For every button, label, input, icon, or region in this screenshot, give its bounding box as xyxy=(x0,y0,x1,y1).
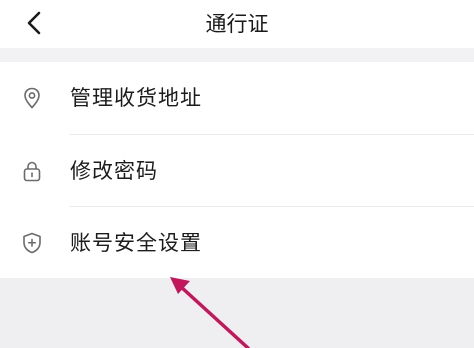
list-item-label: 管理收货地址 xyxy=(70,86,202,110)
empty-area xyxy=(0,278,474,348)
list-item-label: 账号安全设置 xyxy=(70,231,202,255)
list-item-account-security[interactable]: 账号安全设置 xyxy=(0,207,474,279)
list-item-label: 修改密码 xyxy=(70,159,158,183)
list-item-change-password[interactable]: 修改密码 xyxy=(0,135,474,207)
lock-icon xyxy=(23,161,41,182)
location-pin-icon xyxy=(24,87,40,109)
section-gap xyxy=(0,48,474,62)
header-bar: 通行证 xyxy=(0,0,474,48)
settings-list: 管理收货地址 修改密码 账号安全设置 xyxy=(0,62,474,278)
shield-plus-icon xyxy=(23,232,41,254)
list-item-manage-address[interactable]: 管理收货地址 xyxy=(0,62,474,134)
page-title: 通行证 xyxy=(205,12,269,36)
